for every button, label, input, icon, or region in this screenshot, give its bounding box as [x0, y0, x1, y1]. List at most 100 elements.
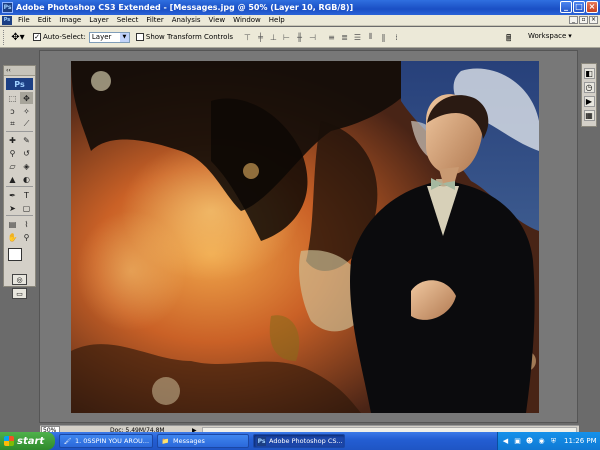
security-icon[interactable]: ⛨ — [549, 437, 558, 446]
doc-restore-button[interactable]: ▫ — [579, 16, 588, 24]
folder-icon: 📁 — [161, 437, 170, 445]
go-to-bridge-icon[interactable]: 🖩 — [506, 31, 520, 44]
volume-icon[interactable]: ◀ — [501, 437, 510, 446]
workspace-label: Workspace — [528, 32, 567, 40]
menu-bar: Ps File Edit Image Layer Select Filter A… — [0, 15, 600, 26]
tools-collapse-toggle[interactable]: ‹‹ — [4, 66, 35, 76]
align-right-icon[interactable]: ⊣ — [308, 32, 317, 42]
menu-edit[interactable]: Edit — [34, 16, 56, 24]
type-tool-icon[interactable]: T — [20, 189, 33, 201]
align-top-icon[interactable]: ⊤ — [243, 32, 252, 42]
auto-select-label: Auto-Select: — [43, 33, 86, 41]
start-button[interactable]: start — [0, 432, 55, 450]
magic-wand-tool-icon[interactable]: ✧ — [20, 105, 33, 117]
window-title: Adobe Photoshop CS3 Extended - [Messages… — [16, 3, 354, 12]
lasso-tool-icon[interactable]: ↄ — [6, 105, 19, 117]
antivirus-icon[interactable]: ◉ — [537, 437, 546, 446]
start-label: start — [17, 435, 45, 447]
move-tool-preset-icon[interactable]: ✥▾ — [9, 30, 27, 45]
healing-brush-tool-icon[interactable]: ✚ — [6, 134, 19, 146]
eyedropper-tool-icon[interactable]: ⌇ — [20, 218, 33, 230]
photoshop-logo[interactable]: Ps — [6, 78, 33, 90]
screen-mode-icon[interactable]: ▭ — [12, 288, 27, 299]
align-vcenter-icon[interactable]: ╪ — [256, 32, 265, 42]
document-window: 50% Doc: 5.49M/74.8M ▶ — [39, 50, 579, 435]
navigator-panel-icon[interactable]: ◧ — [583, 68, 595, 79]
photoshop-app-icon[interactable]: Ps — [2, 2, 13, 13]
doc-minimize-button[interactable]: _ — [569, 16, 578, 24]
zoom-tool-icon[interactable]: ⚲ — [20, 231, 33, 243]
menu-image[interactable]: Image — [55, 16, 85, 24]
auto-select-value: Layer — [91, 33, 112, 41]
distribute-top-icon[interactable]: ≡ — [327, 32, 336, 42]
pen-tool-icon[interactable]: ✒ — [6, 189, 19, 201]
workspace-button[interactable]: Workspace ▾ — [528, 32, 572, 40]
menu-view[interactable]: View — [205, 16, 230, 24]
close-button[interactable]: × — [586, 1, 598, 13]
menu-layer[interactable]: Layer — [85, 16, 113, 24]
distribute-bottom-icon[interactable]: ☰ — [353, 32, 362, 42]
document-controls: _ ▫ × — [569, 16, 598, 24]
maximize-button[interactable]: □ — [573, 1, 585, 13]
menu-help[interactable]: Help — [265, 16, 289, 24]
photoshop-icon: Ps — [257, 436, 266, 446]
blur-tool-icon[interactable]: ▲ — [6, 173, 19, 185]
quick-mask-mode-icon[interactable]: ◎ — [12, 274, 27, 285]
title-bar: Ps Adobe Photoshop CS3 Extended - [Messa… — [0, 0, 600, 15]
window-controls: _ □ × — [560, 1, 598, 13]
image-canvas[interactable] — [71, 61, 539, 413]
menu-window[interactable]: Window — [229, 16, 265, 24]
distribute-vcenter-icon[interactable]: ≣ — [340, 32, 349, 42]
marquee-tool-icon[interactable]: ⬚ — [6, 92, 19, 104]
slice-tool-icon[interactable]: ⟋ — [20, 118, 33, 130]
history-panel-icon[interactable]: ◷ — [583, 82, 595, 93]
foreground-color-swatch[interactable] — [7, 248, 22, 261]
task-button-paint[interactable]: 🖌 1. 0SSPIN YOU AROU... — [59, 434, 153, 448]
shape-tool-icon[interactable]: ▢ — [20, 202, 33, 214]
menu-file[interactable]: File — [14, 16, 34, 24]
auto-select-dropdown[interactable]: Layer ▼ — [88, 31, 130, 43]
align-hcenter-icon[interactable]: ╫ — [295, 32, 304, 42]
menu-select[interactable]: Select — [113, 16, 143, 24]
task-button-photoshop[interactable]: Ps Adobe Photoshop CS... — [253, 434, 345, 448]
clock[interactable]: 11:26 PM — [564, 437, 597, 445]
show-transform-label: Show Transform Controls — [145, 33, 233, 41]
messenger-icon[interactable]: ☻ — [525, 437, 534, 446]
document-icon[interactable]: Ps — [2, 15, 12, 25]
show-transform-checkbox[interactable] — [135, 33, 144, 41]
distribute-left-icon[interactable]: ⦀ — [366, 32, 375, 42]
task-label: 1. 0SSPIN YOU AROU... — [75, 437, 150, 445]
clone-stamp-tool-icon[interactable]: ⚲ — [6, 147, 19, 159]
auto-select-checkbox[interactable]: ✓ — [33, 33, 41, 41]
crop-tool-icon[interactable]: ⌗ — [6, 118, 19, 130]
distribute-hcenter-icon[interactable]: ‖ — [379, 32, 388, 42]
layers-panel-icon[interactable]: ▦ — [583, 110, 595, 121]
network-icon[interactable]: ▣ — [513, 437, 522, 446]
menu-analysis[interactable]: Analysis — [168, 16, 205, 24]
taskbar: start 🖌 1. 0SSPIN YOU AROU... 📁 Messages… — [0, 432, 600, 450]
dodge-tool-icon[interactable]: ◐ — [20, 173, 33, 185]
distribute-buttons: ≡ ≣ ☰ ⦀ ‖ ⁞ — [327, 32, 401, 42]
eraser-tool-icon[interactable]: ▱ — [6, 160, 19, 172]
path-selection-tool-icon[interactable]: ➤ — [6, 202, 19, 214]
menu-filter[interactable]: Filter — [142, 16, 167, 24]
align-left-icon[interactable]: ⊢ — [282, 32, 291, 42]
paint-icon: 🖌 — [63, 437, 72, 445]
history-brush-tool-icon[interactable]: ↺ — [20, 147, 33, 159]
minimize-button[interactable]: _ — [560, 1, 572, 13]
tool-grid: ⬚ ✥ ↄ ✧ ⌗ ⟋ ✚ ✎ ⚲ ↺ ▱ ◈ ▲ ◐ ✒ T ➤ ▢ ▤ ⌇ … — [4, 92, 35, 243]
chevron-down-icon: ▼ — [119, 32, 129, 42]
align-bottom-icon[interactable]: ⊥ — [269, 32, 278, 42]
brush-tool-icon[interactable]: ✎ — [20, 134, 33, 146]
task-button-messages[interactable]: 📁 Messages — [157, 434, 249, 448]
paint-bucket-tool-icon[interactable]: ◈ — [20, 160, 33, 172]
options-grip[interactable] — [3, 29, 6, 45]
align-buttons: ⊤ ╪ ⊥ ⊢ ╫ ⊣ — [243, 32, 317, 42]
notes-tool-icon[interactable]: ▤ — [6, 218, 19, 230]
photoshop-window: Ps Adobe Photoshop CS3 Extended - [Messa… — [0, 0, 600, 450]
hand-tool-icon[interactable]: ✋ — [6, 231, 19, 243]
distribute-right-icon[interactable]: ⁞ — [392, 32, 401, 42]
actions-panel-icon[interactable]: ▶ — [583, 96, 595, 107]
doc-close-button[interactable]: × — [589, 16, 598, 24]
move-tool-icon[interactable]: ✥ — [20, 92, 33, 104]
